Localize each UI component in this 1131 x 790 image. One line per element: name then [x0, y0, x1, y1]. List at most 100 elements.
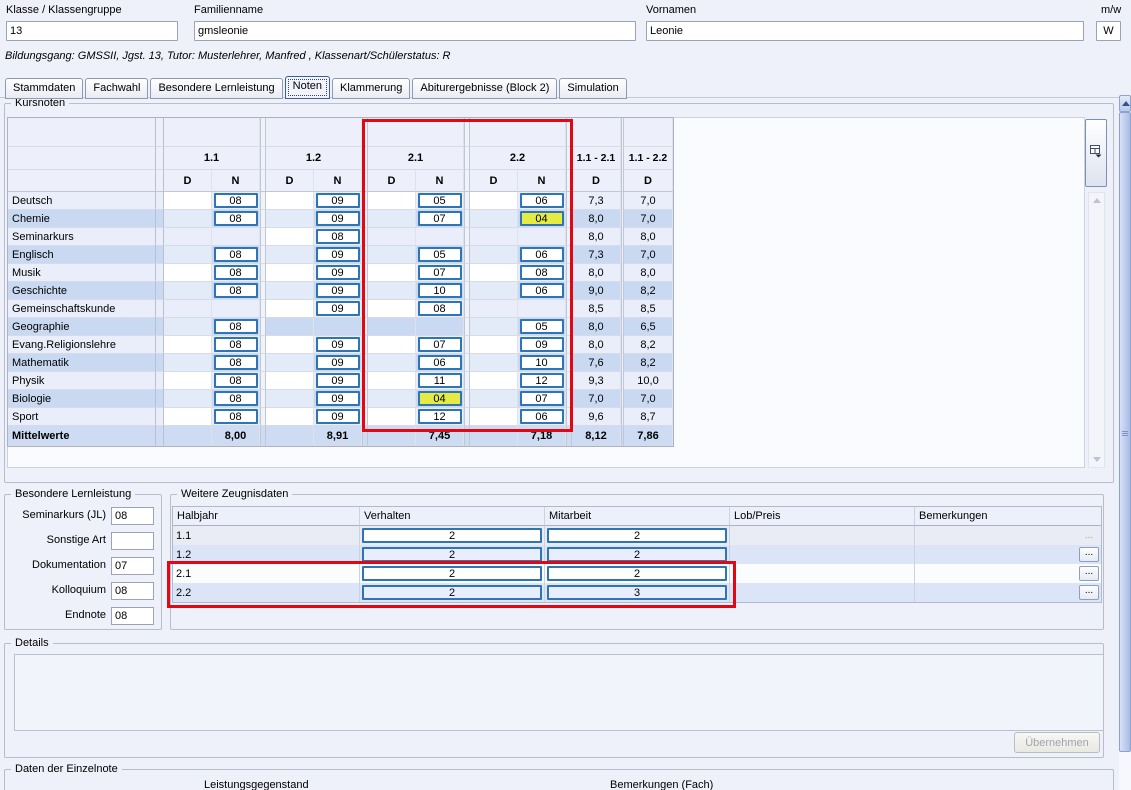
bll-sonstige-art-input[interactable] — [111, 532, 154, 550]
grade-cell[interactable]: 05 — [418, 247, 462, 262]
grade-cell[interactable]: 07 — [520, 391, 564, 406]
grade-cell[interactable]: 04 — [520, 211, 564, 226]
details-textarea[interactable] — [14, 654, 1104, 731]
grade-cell[interactable]: 08 — [214, 265, 258, 280]
vornamen-input[interactable] — [646, 21, 1084, 41]
row-gap — [156, 192, 164, 210]
mitarbeit-grade-cell[interactable]: 3 — [547, 585, 727, 600]
grade-n-cell: 08 — [212, 408, 260, 426]
verhalten-grade-cell[interactable]: 2 — [362, 585, 542, 600]
tab-strip: StammdatenFachwahlBesondere Lernleistung… — [5, 76, 629, 99]
verhalten-grade-cell[interactable]: 2 — [362, 547, 542, 562]
grade-cell[interactable]: 07 — [418, 337, 462, 352]
grade-cell[interactable]: 06 — [520, 247, 564, 262]
grade-cell[interactable]: 09 — [316, 391, 360, 406]
grade-n-cell — [518, 300, 566, 318]
column-chooser-button[interactable] — [1085, 119, 1107, 187]
bll-endnote-input[interactable] — [111, 607, 154, 625]
grade-cell[interactable]: 06 — [520, 283, 564, 298]
grade-cell[interactable]: 08 — [214, 247, 258, 262]
tab-noten[interactable]: Noten — [285, 76, 330, 99]
grade-cell[interactable]: 08 — [214, 211, 258, 226]
details-group-title: Details — [11, 637, 53, 649]
grade-cell[interactable]: 09 — [520, 337, 564, 352]
grade-cell[interactable]: 08 — [214, 337, 258, 352]
grade-cell[interactable]: 11 — [418, 373, 462, 388]
grade-cell[interactable]: 08 — [214, 409, 258, 424]
grade-cell[interactable]: 07 — [418, 265, 462, 280]
wz-lob-preis-cell — [729, 564, 914, 583]
window-scrollbar[interactable] — [1119, 95, 1131, 790]
grade-cell[interactable]: 09 — [316, 247, 360, 262]
bll-dokumentation-input[interactable] — [111, 557, 154, 575]
grade-cell[interactable]: 07 — [418, 211, 462, 226]
familienname-input[interactable] — [194, 21, 636, 41]
kursnoten-table: 1.11.22.12.21.1 - 2.11.1 - 2.2DNDNDNDNDD… — [7, 117, 674, 447]
grade-d-cell — [368, 210, 416, 228]
mitarbeit-grade-cell[interactable]: 2 — [547, 566, 727, 581]
mw-input[interactable] — [1096, 21, 1121, 41]
grade-cell[interactable]: 08 — [214, 373, 258, 388]
grade-cell[interactable]: 06 — [520, 193, 564, 208]
bemerkungen-ellipsis-button[interactable]: ... — [1079, 585, 1099, 600]
wz-verhalten-cell: 2 — [359, 526, 544, 545]
grade-d-cell — [164, 192, 212, 210]
grade-cell[interactable]: 08 — [214, 319, 258, 334]
grade-cell[interactable]: 08 — [418, 301, 462, 316]
verhalten-grade-cell[interactable]: 2 — [362, 528, 542, 543]
grade-n-cell: 09 — [314, 300, 362, 318]
grade-cell[interactable]: 09 — [316, 283, 360, 298]
grade-cell[interactable]: 12 — [520, 373, 564, 388]
scrollbar-up-button[interactable] — [1119, 95, 1131, 112]
grade-cell[interactable]: 04 — [418, 391, 462, 406]
grade-cell[interactable]: 09 — [316, 301, 360, 316]
grade-cell[interactable]: 08 — [520, 265, 564, 280]
grade-n-cell — [212, 300, 260, 318]
uebernehmen-button[interactable]: Übernehmen — [1014, 732, 1100, 753]
grade-cell[interactable]: 08 — [214, 193, 258, 208]
tab-abiturergebnisse-block-2-[interactable]: Abiturergebnisse (Block 2) — [412, 78, 557, 99]
grade-d-cell — [368, 318, 416, 336]
kursnoten-scrollbar[interactable] — [1088, 192, 1105, 468]
tab-besondere-lernleistung[interactable]: Besondere Lernleistung — [150, 78, 282, 99]
tab-fachwahl[interactable]: Fachwahl — [85, 78, 148, 99]
grade-cell[interactable]: 10 — [520, 355, 564, 370]
grade-cell[interactable]: 08 — [214, 283, 258, 298]
grade-cell[interactable]: 09 — [316, 337, 360, 352]
tab-klammerung[interactable]: Klammerung — [332, 78, 410, 99]
bemerkungen-ellipsis-button[interactable]: ... — [1079, 547, 1099, 562]
grade-cell[interactable]: 05 — [418, 193, 462, 208]
scrollbar-thumb[interactable] — [1119, 112, 1131, 752]
grade-cell[interactable]: 06 — [520, 409, 564, 424]
grade-cell[interactable]: 09 — [316, 355, 360, 370]
wz-lob-preis-cell — [729, 583, 914, 602]
grade-d-cell — [470, 210, 518, 228]
mean-value: 8,91 — [314, 426, 362, 446]
bll-kolloquium-input[interactable] — [111, 582, 154, 600]
grade-cell[interactable]: 05 — [520, 319, 564, 334]
grade-cell[interactable]: 06 — [418, 355, 462, 370]
grade-cell[interactable]: 10 — [418, 283, 462, 298]
tab-simulation[interactable]: Simulation — [559, 78, 626, 99]
grade-cell[interactable]: 08 — [316, 229, 360, 244]
verhalten-grade-cell[interactable]: 2 — [362, 566, 542, 581]
grade-cell[interactable]: 09 — [316, 265, 360, 280]
subject-label: Physik — [8, 372, 156, 390]
grade-cell[interactable]: 09 — [316, 373, 360, 388]
grade-cell[interactable]: 08 — [214, 391, 258, 406]
grade-cell[interactable]: 09 — [316, 409, 360, 424]
subject-label: Deutsch — [8, 192, 156, 210]
grade-cell[interactable]: 09 — [316, 211, 360, 226]
tab-stammdaten[interactable]: Stammdaten — [5, 78, 83, 99]
klasse-input[interactable] — [6, 21, 178, 41]
column-chooser-icon — [1090, 145, 1103, 161]
mitarbeit-grade-cell[interactable]: 2 — [547, 547, 727, 562]
bll-seminarkurs-jl--input[interactable] — [111, 507, 154, 525]
grade-n-cell: 08 — [212, 246, 260, 264]
grade-cell[interactable]: 09 — [316, 193, 360, 208]
grade-cell[interactable]: 08 — [214, 355, 258, 370]
grade-cell[interactable]: 12 — [418, 409, 462, 424]
bemerkungen-ellipsis-button[interactable]: ... — [1079, 566, 1099, 581]
column-separator — [464, 170, 470, 192]
mitarbeit-grade-cell[interactable]: 2 — [547, 528, 727, 543]
